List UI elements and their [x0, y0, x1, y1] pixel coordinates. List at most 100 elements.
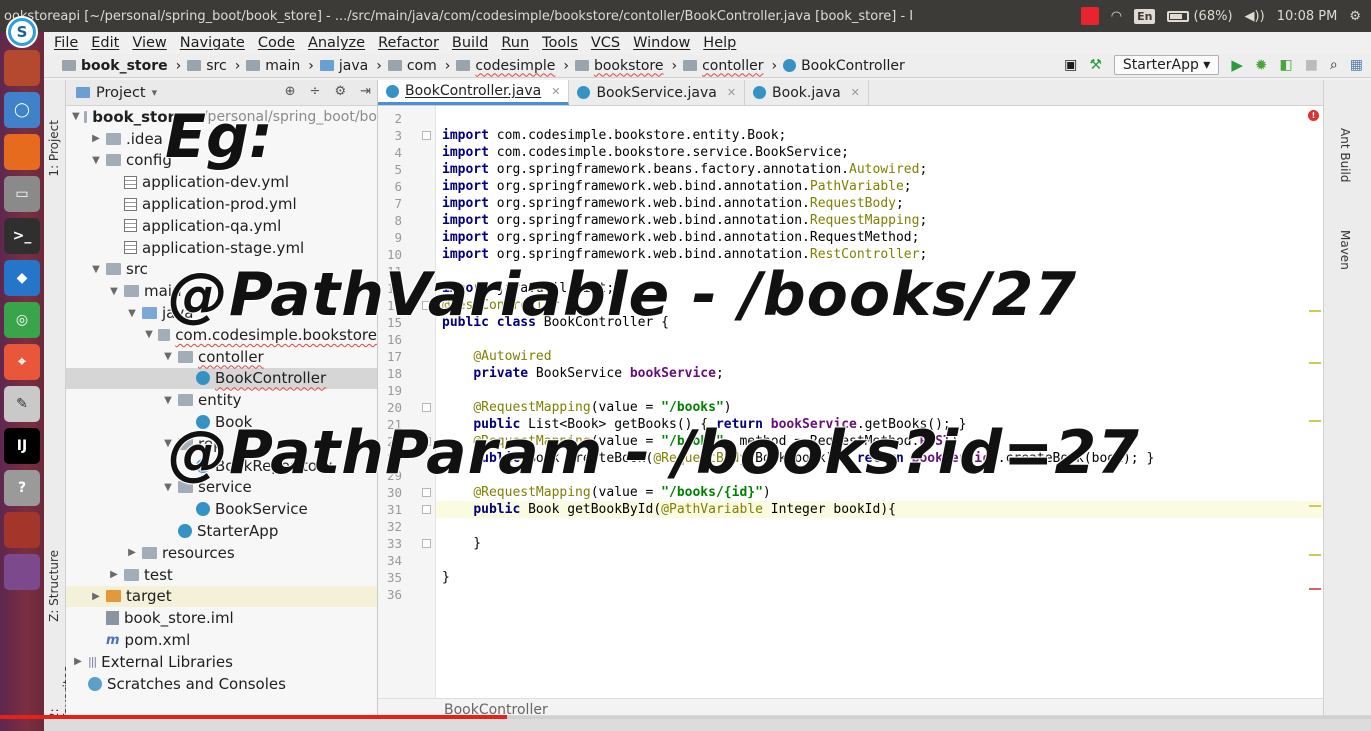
run-icon[interactable]: ▶ [1231, 56, 1243, 74]
menu-navigate[interactable]: Navigate [180, 35, 245, 51]
code-line[interactable] [436, 552, 1323, 569]
fold-marker-icon[interactable] [422, 505, 431, 514]
breadcrumb-item[interactable]: bookstore [574, 58, 664, 74]
compass-icon[interactable]: ⌖ [4, 344, 40, 380]
expand-down-icon[interactable]: ▼ [90, 264, 102, 275]
menu-window[interactable]: Window [633, 35, 690, 51]
code-line[interactable] [436, 110, 1323, 127]
code-line[interactable]: import org.springframework.web.bind.anno… [436, 195, 1323, 212]
keyboard-layout-indicator[interactable]: En [1134, 8, 1156, 24]
menu-view[interactable]: View [132, 35, 166, 51]
hide-icon[interactable]: ⇥ [360, 84, 371, 99]
code-line[interactable]: } [436, 535, 1323, 552]
code-line[interactable]: @Autowired [436, 348, 1323, 365]
unknown-app-icon[interactable] [4, 554, 40, 590]
breadcrumb-item[interactable]: codesimple [456, 58, 555, 74]
close-icon[interactable]: ✕ [851, 86, 860, 99]
fold-marker-icon[interactable] [422, 539, 431, 548]
menu-refactor[interactable]: Refactor [378, 35, 439, 51]
expand-right-icon[interactable]: ▶ [108, 569, 120, 580]
tree-item[interactable]: StarterApp [66, 520, 377, 542]
breadcrumb-item[interactable]: java [319, 58, 368, 74]
code-line[interactable]: import com.codesimple.bookstore.entity.B… [436, 127, 1323, 144]
debug-icon[interactable]: ✹ [1255, 56, 1268, 74]
project-tool-tab[interactable]: 1: Project [47, 120, 61, 177]
menu-code[interactable]: Code [258, 35, 295, 51]
expand-down-icon[interactable]: ▼ [162, 351, 174, 362]
chromium-icon[interactable]: ◯ [4, 92, 40, 128]
maven-tool-tab[interactable]: Maven [1338, 230, 1352, 270]
clock[interactable]: 10:08 PM [1277, 9, 1338, 24]
expand-right-icon[interactable]: ▶ [90, 591, 102, 602]
breadcrumb-item[interactable]: BookController [783, 58, 905, 74]
code-line[interactable]: import org.springframework.web.bind.anno… [436, 178, 1323, 195]
code-line[interactable]: import org.springframework.web.bind.anno… [436, 229, 1323, 246]
collapse-icon[interactable]: ÷ [310, 84, 321, 99]
software-center-icon[interactable] [4, 512, 40, 548]
breadcrumb-item[interactable]: com [387, 58, 437, 74]
expand-right-icon[interactable]: ▶ [90, 133, 102, 144]
menu-analyze[interactable]: Analyze [308, 35, 365, 51]
text-editor-icon[interactable]: ✎ [4, 386, 40, 422]
vscode-icon[interactable]: ◆ [4, 260, 40, 296]
menu-run[interactable]: Run [501, 35, 529, 51]
intellij-icon[interactable]: IJ [4, 428, 40, 464]
warning-marker[interactable] [1309, 310, 1321, 312]
video-progress-track[interactable] [0, 715, 1371, 719]
expand-down-icon[interactable]: ▼ [162, 395, 174, 406]
tree-item[interactable]: book_store.iml [66, 607, 377, 629]
ubuntu-icon[interactable] [4, 50, 40, 86]
project-structure-icon[interactable]: ▣ [1064, 57, 1077, 73]
fold-marker-icon[interactable] [422, 488, 431, 497]
expand-right-icon[interactable]: ▶ [126, 547, 138, 558]
expand-down-icon[interactable]: ▼ [90, 155, 102, 166]
locate-icon[interactable]: ⊕ [285, 84, 296, 99]
expand-down-icon[interactable]: ▼ [144, 329, 154, 340]
close-icon[interactable]: ✕ [727, 86, 736, 99]
settings-gear-icon[interactable]: ⚙ [334, 84, 346, 99]
code-line[interactable]: import org.springframework.web.bind.anno… [436, 212, 1323, 229]
tree-item[interactable]: application-qa.yml [66, 215, 377, 237]
breadcrumb-item[interactable]: contoller [683, 58, 763, 74]
settings-gear-icon[interactable]: ⚙ [1349, 9, 1361, 24]
tree-item[interactable]: ▶ target [66, 585, 377, 608]
menu-build[interactable]: Build [452, 35, 488, 51]
code-line[interactable]: import com.codesimple.bookstore.service.… [436, 144, 1323, 161]
code-line[interactable]: } [436, 569, 1323, 586]
sdk-icon[interactable]: ▦ [1350, 57, 1363, 73]
warning-marker[interactable] [1309, 362, 1321, 364]
project-view-select[interactable]: Project [96, 85, 146, 101]
expand-down-icon[interactable]: ▼ [126, 308, 138, 319]
tree-item[interactable]: ▶ resources [66, 542, 377, 564]
expand-down-icon[interactable]: ▼ [108, 286, 120, 297]
tree-item[interactable]: ▶ test [66, 564, 377, 586]
code-line[interactable]: @RequestMapping(value = "/books") [436, 399, 1323, 416]
breadcrumb-item[interactable]: main [246, 58, 300, 74]
tab-bookcontroller[interactable]: BookController.java ✕ [378, 80, 570, 105]
terminal-icon[interactable]: >_ [4, 218, 40, 254]
tree-item[interactable]: m pom.xml [66, 629, 377, 651]
record-indicator-icon[interactable] [1080, 7, 1099, 25]
chevron-down-icon[interactable]: ▾ [152, 86, 158, 99]
breadcrumb-item[interactable]: src [187, 58, 227, 74]
tree-item[interactable]: application-stage.yml [66, 237, 377, 259]
warning-marker[interactable] [1309, 554, 1321, 556]
menu-file[interactable]: File [54, 35, 78, 51]
code-area[interactable]: import com.codesimple.bookstore.entity.B… [436, 106, 1323, 720]
warning-marker[interactable] [1309, 420, 1321, 422]
code-line[interactable]: import org.springframework.beans.factory… [436, 161, 1323, 178]
tree-item[interactable]: ▶ ||| External Libraries [66, 651, 377, 673]
tree-item[interactable]: application-dev.yml [66, 171, 377, 193]
menu-tools[interactable]: Tools [542, 35, 578, 51]
tree-item[interactable]: BookController [66, 367, 377, 390]
code-line[interactable] [436, 331, 1323, 348]
menu-vcs[interactable]: VCS [591, 35, 620, 51]
tree-item[interactable]: ▼ entity [66, 389, 377, 411]
stop-icon[interactable]: ■ [1305, 57, 1318, 73]
code-line[interactable] [436, 382, 1323, 399]
help-icon[interactable]: ? [4, 470, 40, 506]
expand-right-icon[interactable]: ▶ [72, 656, 84, 667]
spring-icon[interactable]: ◎ [4, 302, 40, 338]
search-icon[interactable]: ⌕ [1330, 57, 1338, 73]
menu-help[interactable]: Help [703, 35, 736, 51]
